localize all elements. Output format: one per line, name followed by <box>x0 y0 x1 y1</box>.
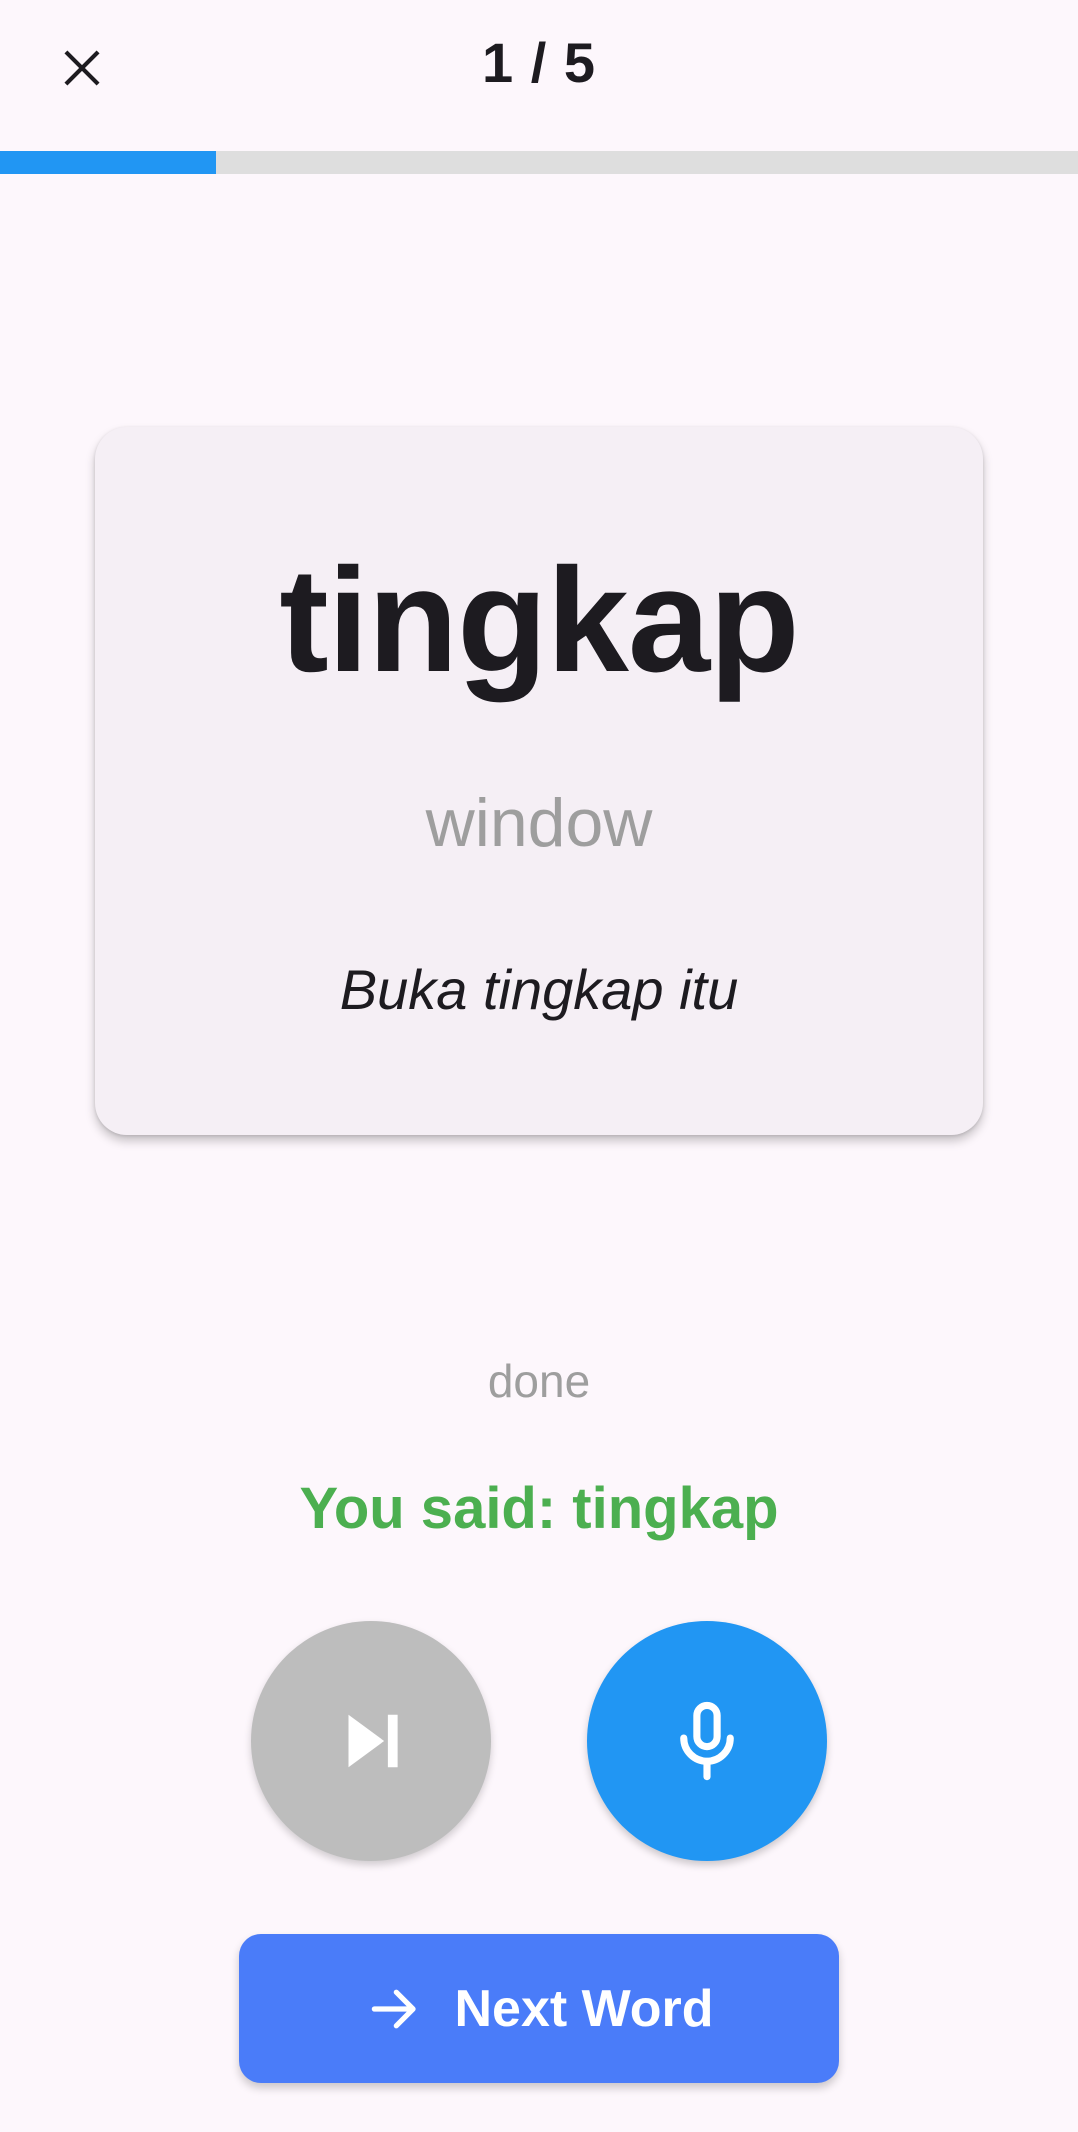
progress-bar <box>0 151 1078 174</box>
microphone-icon <box>680 1701 734 1781</box>
recognized-speech: You said: tingkap <box>299 1476 779 1541</box>
word-translation: window <box>425 785 653 861</box>
progress-counter: 1 / 5 <box>482 31 596 94</box>
skip-button[interactable] <box>251 1621 491 1861</box>
skip-next-icon <box>348 1714 398 1768</box>
microphone-button[interactable] <box>587 1621 827 1861</box>
top-bar: 1 / 5 <box>0 0 1078 140</box>
progress-bar-fill <box>0 151 216 174</box>
arrow-right-icon <box>372 1989 417 2028</box>
next-word-label: Next Word <box>454 1979 714 2038</box>
target-word: tingkap <box>279 538 799 703</box>
example-sentence: Buka tingkap itu <box>339 958 739 1021</box>
word-card: tingkap window Buka tingkap itu <box>95 427 983 1135</box>
next-word-button[interactable]: Next Word <box>239 1934 839 2083</box>
recognition-status: done <box>487 1355 591 1407</box>
